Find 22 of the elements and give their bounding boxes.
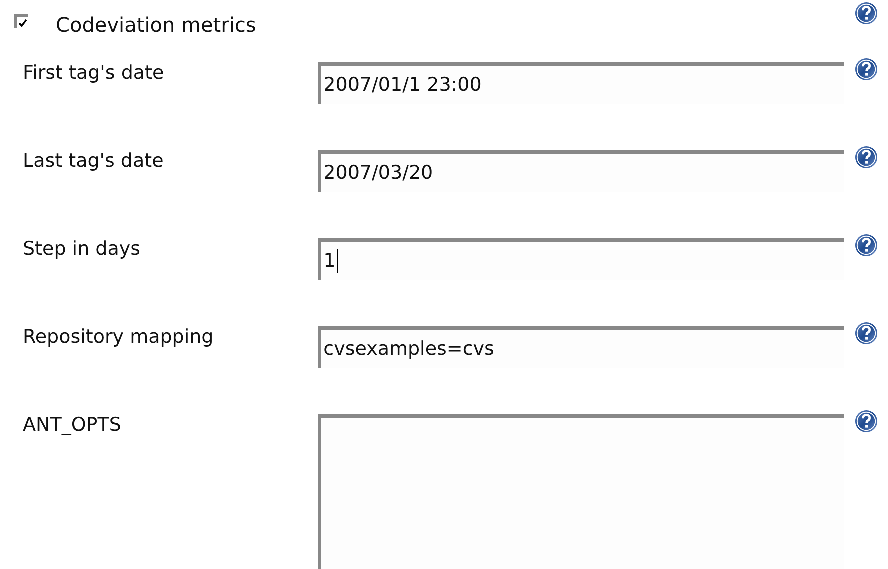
input-field[interactable]: 2007/01/1 23:00	[318, 62, 844, 104]
field-value: 2007/03/20	[324, 162, 434, 184]
help-icon[interactable]	[855, 146, 878, 169]
help-icon[interactable]	[855, 410, 878, 433]
field-label: ANT_OPTS	[22, 414, 122, 436]
input-field[interactable]: cvsexamples=cvs	[318, 326, 844, 368]
field-value: 1	[324, 250, 336, 272]
help-icon[interactable]	[855, 2, 878, 25]
help-icon[interactable]	[855, 234, 878, 257]
field-label: Step in days	[22, 238, 142, 260]
field-value: 2007/01/1 23:00	[324, 74, 482, 96]
section-label: Codeviation metrics	[56, 13, 258, 37]
field-label: Repository mapping	[22, 326, 215, 348]
field-label: Last tag's date	[22, 150, 165, 172]
text-area[interactable]	[318, 414, 844, 569]
checkbox[interactable]	[14, 14, 28, 28]
input-field[interactable]: 1	[318, 238, 844, 280]
help-icon[interactable]	[855, 58, 878, 81]
input-field[interactable]: 2007/03/20	[318, 150, 844, 192]
field-label: First tag's date	[22, 62, 166, 84]
field-value: cvsexamples=cvs	[324, 338, 494, 360]
help-icon[interactable]	[855, 322, 878, 345]
